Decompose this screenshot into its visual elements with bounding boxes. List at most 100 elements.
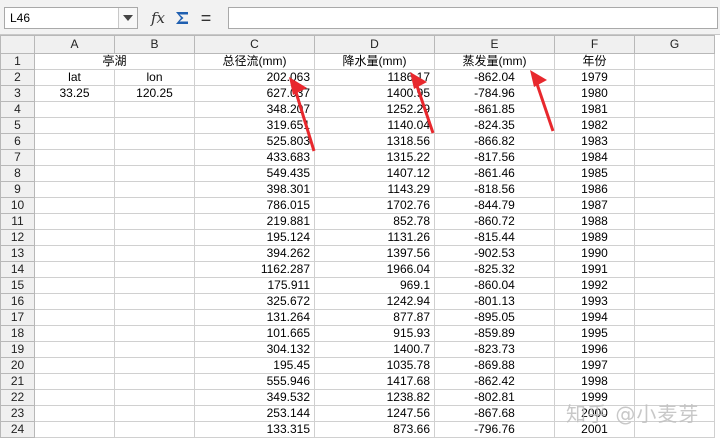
column-header-c[interactable]: C xyxy=(194,35,315,54)
cell-c[interactable]: 131.264 xyxy=(194,309,315,326)
cell-b[interactable] xyxy=(114,261,195,278)
row-header[interactable]: 2 xyxy=(0,69,35,86)
cell-d[interactable]: 1242.94 xyxy=(314,293,435,310)
cell-b[interactable] xyxy=(114,133,195,150)
cell-g[interactable] xyxy=(634,309,715,326)
cell-g[interactable] xyxy=(634,117,715,134)
cell-c[interactable]: 195.45 xyxy=(194,357,315,374)
cell-b[interactable] xyxy=(114,101,195,118)
row-header[interactable]: 13 xyxy=(0,245,35,262)
cell-g[interactable] xyxy=(634,325,715,342)
cell-d[interactable]: 1400.95 xyxy=(314,85,435,102)
cell-a[interactable] xyxy=(34,325,115,342)
cell-d[interactable]: 1186.17 xyxy=(314,69,435,86)
row-header[interactable]: 14 xyxy=(0,261,35,278)
cell-a[interactable] xyxy=(34,229,115,246)
cell-a[interactable] xyxy=(34,101,115,118)
cell-c[interactable]: 325.672 xyxy=(194,293,315,310)
cell-g[interactable] xyxy=(634,69,715,86)
cell-e[interactable]: -860.72 xyxy=(434,213,555,230)
cell-b[interactable] xyxy=(114,293,195,310)
cell-c[interactable]: 195.124 xyxy=(194,229,315,246)
cell-f[interactable]: 1993 xyxy=(554,293,635,310)
cell-a[interactable]: lat xyxy=(34,69,115,86)
cell-g1[interactable] xyxy=(634,53,715,70)
cell-f1[interactable]: 年份 xyxy=(554,53,635,70)
cell-f[interactable]: 1984 xyxy=(554,149,635,166)
cell-g[interactable] xyxy=(634,165,715,182)
cell-c[interactable]: 133.315 xyxy=(194,421,315,438)
cell-e[interactable]: -844.79 xyxy=(434,197,555,214)
cell-g[interactable] xyxy=(634,197,715,214)
row-header[interactable]: 19 xyxy=(0,341,35,358)
cell-e[interactable]: -825.32 xyxy=(434,261,555,278)
cell-c1[interactable]: 总径流(mm) xyxy=(194,53,315,70)
cell-c[interactable]: 786.015 xyxy=(194,197,315,214)
row-header[interactable]: 3 xyxy=(0,85,35,102)
cell-d[interactable]: 1407.12 xyxy=(314,165,435,182)
cell-d[interactable]: 1315.22 xyxy=(314,149,435,166)
cell-d[interactable]: 1400.7 xyxy=(314,341,435,358)
cell-g[interactable] xyxy=(634,261,715,278)
cell-e1[interactable]: 蒸发量(mm) xyxy=(434,53,555,70)
cell-b[interactable] xyxy=(114,117,195,134)
cell-c[interactable]: 101.665 xyxy=(194,325,315,342)
cell-a[interactable] xyxy=(34,309,115,326)
cell-b[interactable] xyxy=(114,245,195,262)
cell-e[interactable]: -862.42 xyxy=(434,373,555,390)
cell-e[interactable]: -823.73 xyxy=(434,341,555,358)
cell-b[interactable] xyxy=(114,213,195,230)
cell-f[interactable]: 1985 xyxy=(554,165,635,182)
cell-c[interactable]: 253.144 xyxy=(194,405,315,422)
cell-d[interactable]: 873.66 xyxy=(314,421,435,438)
row-header[interactable]: 7 xyxy=(0,149,35,166)
cell-c[interactable]: 549.435 xyxy=(194,165,315,182)
cell-d[interactable]: 915.93 xyxy=(314,325,435,342)
cell-b[interactable]: lon xyxy=(114,69,195,86)
cell-f[interactable]: 1995 xyxy=(554,325,635,342)
cell-b[interactable] xyxy=(114,229,195,246)
cell-c[interactable]: 304.132 xyxy=(194,341,315,358)
cell-g[interactable] xyxy=(634,245,715,262)
cell-a[interactable] xyxy=(34,197,115,214)
cell-d[interactable]: 969.1 xyxy=(314,277,435,294)
cell-e[interactable]: -818.56 xyxy=(434,181,555,198)
cell-a[interactable] xyxy=(34,181,115,198)
cell-a[interactable] xyxy=(34,133,115,150)
row-header[interactable]: 22 xyxy=(0,389,35,406)
cell-g[interactable] xyxy=(634,85,715,102)
cell-d1[interactable]: 降水量(mm) xyxy=(314,53,435,70)
cell-a[interactable] xyxy=(34,149,115,166)
cell-g[interactable] xyxy=(634,357,715,374)
row-header[interactable]: 17 xyxy=(0,309,35,326)
cell-e[interactable]: -895.05 xyxy=(434,309,555,326)
cell-e[interactable]: -817.56 xyxy=(434,149,555,166)
sum-icon[interactable] xyxy=(172,8,192,28)
cell-g[interactable] xyxy=(634,101,715,118)
cell-a[interactable] xyxy=(34,389,115,406)
cell-b[interactable] xyxy=(114,389,195,406)
cell-g[interactable] xyxy=(634,213,715,230)
cell-c[interactable]: 525.803 xyxy=(194,133,315,150)
select-all-corner[interactable] xyxy=(0,35,35,54)
cell-d[interactable]: 1417.68 xyxy=(314,373,435,390)
cell-b[interactable] xyxy=(114,277,195,294)
cell-g[interactable] xyxy=(634,293,715,310)
cell-g[interactable] xyxy=(634,181,715,198)
row-header[interactable]: 4 xyxy=(0,101,35,118)
cell-b[interactable] xyxy=(114,325,195,342)
cell-e[interactable]: -869.88 xyxy=(434,357,555,374)
cell-g[interactable] xyxy=(634,277,715,294)
cell-f[interactable]: 1986 xyxy=(554,181,635,198)
cell-d[interactable]: 1035.78 xyxy=(314,357,435,374)
row-header[interactable]: 5 xyxy=(0,117,35,134)
row-header[interactable]: 15 xyxy=(0,277,35,294)
cell-c[interactable]: 394.262 xyxy=(194,245,315,262)
cell-d[interactable]: 1131.26 xyxy=(314,229,435,246)
cell-b[interactable] xyxy=(114,373,195,390)
column-header-f[interactable]: F xyxy=(554,35,635,54)
row-header[interactable]: 10 xyxy=(0,197,35,214)
column-header-d[interactable]: D xyxy=(314,35,435,54)
cell-e[interactable]: -867.68 xyxy=(434,405,555,422)
cell-b[interactable] xyxy=(114,421,195,438)
